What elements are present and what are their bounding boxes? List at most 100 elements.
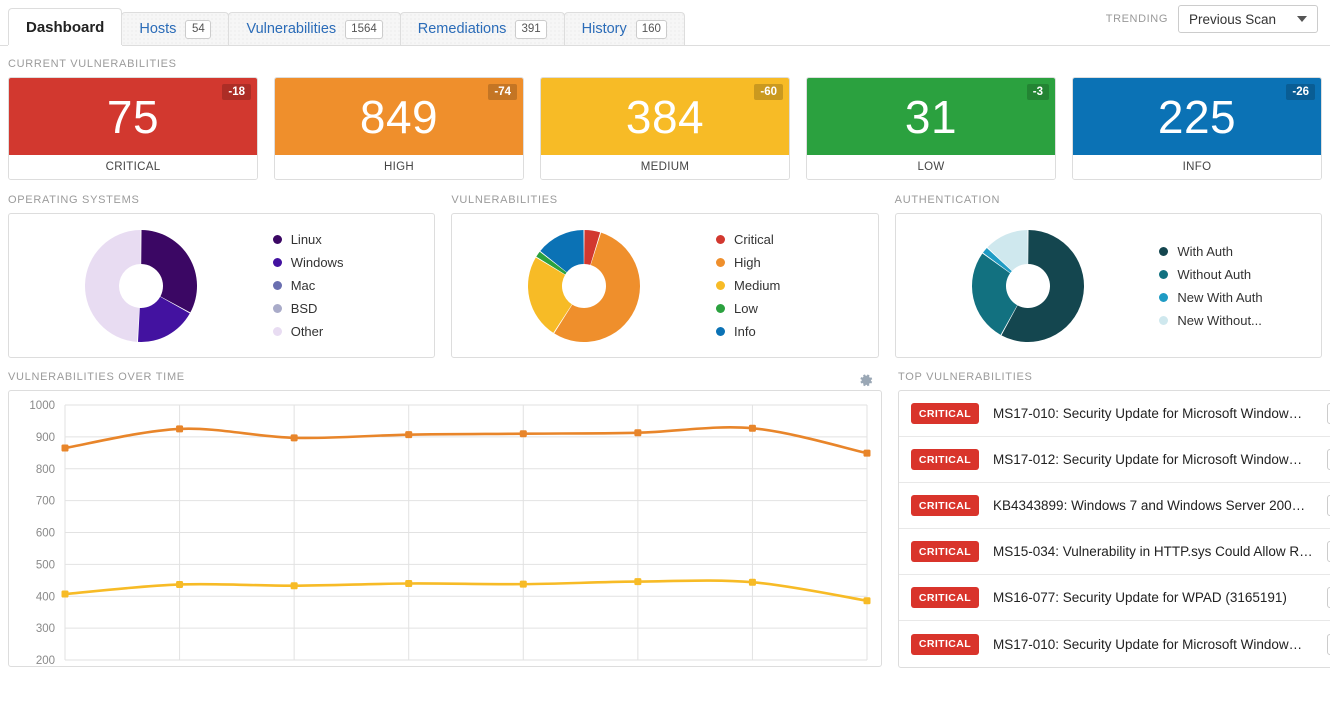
severity-card-delta: -74 [488,84,517,100]
vulnerabilities-over-time-section: VULNERABILITIES OVER TIME 10009008007006… [8,371,882,667]
legend-color-swatch [1159,316,1168,325]
svg-text:500: 500 [36,559,55,571]
legend-label: With Auth [1177,244,1233,259]
legend-color-swatch [273,258,282,267]
vulnerability-row[interactable]: CRITICALKB4343899: Windows 7 and Windows… [899,483,1330,529]
legend-label: Other [291,324,324,339]
severity-badge: CRITICAL [911,634,979,655]
severity-card-high[interactable]: 849-74HIGH [274,77,524,180]
severity-card-value: 75 [107,94,159,140]
legend-item[interactable]: Low [716,301,780,316]
vulnerabilities-over-time-title: VULNERABILITIES OVER TIME [8,371,185,383]
legend-label: New Without... [1177,313,1262,328]
severity-card-label: CRITICAL [9,155,257,179]
severity-badge: CRITICAL [911,541,979,562]
tab-remediations[interactable]: Remediations391 [400,12,565,45]
vulnerabilities-title: VULNERABILITIES [451,194,878,206]
vulnerability-row[interactable]: CRITICAL MS15-034: Vulnerability in HTTP.… [899,529,1330,575]
legend-label: High [734,255,761,270]
vulnerability-row[interactable]: CRITICALMS17-012: Security Update for Mi… [899,437,1330,483]
severity-card-label: HIGH [275,155,523,179]
tab-count-badge: 160 [636,20,667,39]
severity-card-info[interactable]: 225-26INFO [1072,77,1322,180]
svg-text:200: 200 [36,655,55,666]
severity-card-critical[interactable]: 75 -18 CRITICAL [8,77,258,180]
legend-color-swatch [273,235,282,244]
vulnerabilities-legend: Critical High Medium Low Info [716,232,780,339]
vulnerabilities-over-time-chart[interactable]: 1000900800700600500400300200 [8,390,882,667]
severity-card-medium[interactable]: 384-60MEDIUM [540,77,790,180]
tab-count-badge: 54 [185,20,211,39]
authentication-title: AUTHENTICATION [895,194,1322,206]
vulnerabilities-section: VULNERABILITIES Critical High Medium Low Inf… [451,194,878,358]
legend-item[interactable]: Medium [716,278,780,293]
authentication-legend: With Auth Without Auth New With Auth New Wi… [1159,244,1262,328]
legend-item[interactable]: Without Auth [1159,267,1262,282]
severity-card-delta: -18 [222,84,251,100]
severity-card-label: INFO [1073,155,1321,179]
tab-count-badge: 1564 [345,20,383,39]
legend-label: Mac [291,278,316,293]
trending-control: TRENDING Previous Scan [1106,5,1318,33]
legend-label: Linux [291,232,322,247]
operating-systems-section: OPERATING SYSTEMS LinuxWindowsMacBSDOthe… [8,194,435,358]
severity-badge: CRITICAL [911,587,979,608]
legend-item[interactable]: New With Auth [1159,290,1262,305]
legend-item[interactable]: High [716,255,780,270]
chart-header: VULNERABILITIES OVER TIME [8,371,882,390]
vulnerability-row[interactable]: CRITICAL MS17-010: Security Update for Mi… [899,391,1330,437]
legend-color-swatch [273,304,282,313]
legend-color-swatch [716,327,725,336]
legend-color-swatch [1159,293,1168,302]
gear-icon[interactable] [859,373,874,388]
tab-list: Dashboard Hosts 54 Vulnerabilities 1564 Remed… [0,0,684,45]
severity-badge: CRITICAL [911,449,979,470]
severity-card-body: 384-60 [541,78,789,155]
legend-label: Critical [734,232,774,247]
severity-badge: CRITICAL [911,403,979,424]
tab-label: Remediations [418,21,507,37]
tab-hosts[interactable]: Hosts 54 [121,12,229,45]
vulnerability-name: MS15-034: Vulnerability in HTTP.sys Coul… [993,544,1313,559]
severity-card-label: LOW [807,155,1055,179]
donut-row: OPERATING SYSTEMS LinuxWindowsMacBSDOthe… [8,194,1322,358]
tab-dashboard[interactable]: Dashboard [8,8,122,45]
dashboard-page: CURRENT VULNERABILITIES 75-18CRITICAL849… [0,46,1330,668]
trending-select-value: Previous Scan [1189,12,1276,27]
vulnerability-count: 5 [1327,495,1330,516]
trending-select[interactable]: Previous Scan [1178,5,1318,33]
vulnerabilities-donut[interactable] [452,230,716,342]
legend-color-swatch [273,281,282,290]
severity-card-low[interactable]: 31-3LOW [806,77,1056,180]
tab-vulnerabilities[interactable]: Vulnerabilities 1564 [228,12,400,45]
legend-item[interactable]: Other [273,324,344,339]
vulnerability-count: 6 [1327,449,1330,470]
legend-item[interactable]: With Auth [1159,244,1262,259]
authentication-panel: With Auth Without Auth New With Auth New Wi… [895,213,1322,358]
operating-systems-donut[interactable] [9,230,273,342]
tab-history[interactable]: History160 [564,12,685,45]
legend-item[interactable]: Linux [273,232,344,247]
legend-label: Low [734,301,758,316]
legend-item[interactable]: Mac [273,278,344,293]
bottom-row: VULNERABILITIES OVER TIME 10009008007006… [8,371,1322,668]
svg-text:800: 800 [36,464,55,476]
legend-color-swatch [1159,270,1168,279]
vulnerability-row[interactable]: CRITICALMS16-077: Security Update for WP… [899,575,1330,621]
legend-item[interactable]: BSD [273,301,344,316]
tab-label: Hosts [139,21,176,37]
tab-label: Vulnerabilities [246,21,336,37]
legend-item[interactable]: Critical [716,232,780,247]
vulnerability-name: MS17-010: Security Update for Microsoft … [993,406,1313,421]
operating-systems-legend: Linux Windows Mac BSD Other [273,232,344,339]
svg-text:700: 700 [36,496,55,508]
severity-badge: CRITICAL [911,495,979,516]
authentication-donut[interactable] [896,230,1160,342]
legend-color-swatch [273,327,282,336]
legend-item[interactable]: Info [716,324,780,339]
legend-item[interactable]: Windows [273,255,344,270]
legend-color-swatch [716,281,725,290]
vulnerability-row[interactable]: CRITICALMS17-010: Security Update for Mi… [899,621,1330,667]
legend-item[interactable]: New Without... [1159,313,1262,328]
legend-color-swatch [716,258,725,267]
